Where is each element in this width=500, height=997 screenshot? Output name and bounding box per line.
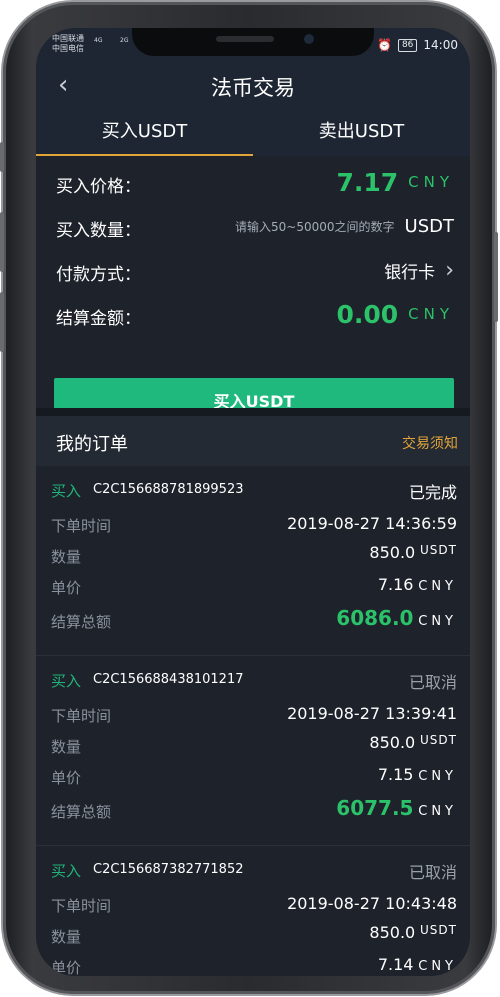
order-item[interactable]: 买入 C2C156688781899523 已完成 下单时间 2019-08-2… xyxy=(36,466,470,656)
order-qty-label: 数量 xyxy=(51,928,82,946)
order-qty-unit: USDT xyxy=(420,923,457,937)
amount-row: 买入数量： 请输入50~50000之间的数字 USDT xyxy=(56,206,454,246)
order-time-label: 下单时间 xyxy=(51,897,112,915)
order-qty-unit: USDT xyxy=(420,733,457,747)
order-price-label: 单价 xyxy=(51,769,82,787)
order-total-value: 6086.0 xyxy=(336,606,414,630)
order-price: 7.16 CNY xyxy=(378,575,457,594)
price-unit: CNY xyxy=(408,173,454,191)
order-id: C2C156688781899523 xyxy=(93,482,244,497)
order-type: 买入 xyxy=(51,482,82,500)
order-time-label: 下单时间 xyxy=(51,517,112,535)
order-status: 已取消 xyxy=(408,863,457,882)
status-right: ⏰ 86 14:00 xyxy=(377,38,458,52)
order-price-unit: CNY xyxy=(418,769,457,784)
order-price-label: 单价 xyxy=(51,959,82,976)
order-price-value: 7.15 xyxy=(377,765,414,784)
section-divider xyxy=(36,408,470,416)
carrier-2: 中国电信 xyxy=(52,44,84,53)
order-total-label: 结算总额 xyxy=(51,613,112,631)
order-list: 买入 C2C156688781899523 已完成 下单时间 2019-08-2… xyxy=(36,466,470,976)
order-qty-value: 850.0 xyxy=(369,923,416,942)
total-row: 结算金额： 0.00 CNY xyxy=(56,294,454,334)
trade-notice-link[interactable]: 交易须知 xyxy=(402,433,458,453)
alarm-icon: ⏰ xyxy=(377,38,392,52)
payment-method-value[interactable]: 银行卡 xyxy=(384,258,435,283)
nav-bar: ‹ 法币交易 xyxy=(36,62,470,110)
order-id: C2C156687382771852 xyxy=(93,862,244,877)
volume-up-button xyxy=(0,212,4,272)
order-total-value: 6077.5 xyxy=(336,796,414,820)
order-price-value: 7.16 xyxy=(377,575,414,594)
power-button xyxy=(494,232,498,322)
price-value: 7.17 xyxy=(336,167,399,197)
clock: 14:00 xyxy=(423,38,458,52)
speaker-grille xyxy=(216,36,274,42)
orders-title: 我的订单 xyxy=(56,434,128,455)
order-qty-value: 850.0 xyxy=(369,733,416,752)
order-price-label: 单价 xyxy=(51,579,82,597)
price-row: 买入价格： 7.17 CNY xyxy=(56,162,454,202)
order-item[interactable]: 买入 C2C156687382771852 已取消 下单时间 2019-08-2… xyxy=(36,846,470,976)
order-qty-label: 数量 xyxy=(51,548,82,566)
order-price: 7.15 CNY xyxy=(378,765,457,784)
page-title: 法币交易 xyxy=(211,76,295,100)
tab-buy[interactable]: 买入USDT xyxy=(36,110,253,156)
mute-switch xyxy=(0,142,4,172)
amount-unit: USDT xyxy=(404,215,454,237)
order-status: 已取消 xyxy=(408,673,457,692)
phone-frame: 中国联通 中国电信 4G 2G ⏰ 86 14:00 ‹ 法币交易 买入USDT… xyxy=(0,2,498,994)
price-label: 买入价格： xyxy=(56,177,141,197)
order-price-unit: CNY xyxy=(418,959,457,974)
order-total: 6077.5 CNY xyxy=(336,796,457,820)
order-type: 买入 xyxy=(51,862,82,880)
order-time: 2019-08-27 14:36:59 xyxy=(287,514,457,533)
camera-icon xyxy=(304,34,314,44)
tab-sell[interactable]: 卖出USDT xyxy=(253,110,470,156)
signal-2-icon: 2G xyxy=(120,37,129,44)
order-total-unit: CNY xyxy=(418,614,457,629)
app-screen: 中国联通 中国电信 4G 2G ⏰ 86 14:00 ‹ 法币交易 买入USDT… xyxy=(36,28,470,976)
order-item[interactable]: 买入 C2C156688438101217 已取消 下单时间 2019-08-2… xyxy=(36,656,470,846)
trade-tabs: 买入USDT 卖出USDT xyxy=(36,110,470,156)
notch xyxy=(132,28,374,56)
order-total: 6086.0 CNY xyxy=(336,606,457,630)
carrier-info: 中国联通 中国电信 xyxy=(52,34,84,54)
chevron-right-icon[interactable]: › xyxy=(445,258,454,283)
order-time: 2019-08-27 10:43:48 xyxy=(287,894,457,913)
order-id: C2C156688438101217 xyxy=(93,672,244,687)
total-label: 结算金额： xyxy=(56,309,141,329)
order-total-unit: CNY xyxy=(418,804,457,819)
total-unit: CNY xyxy=(408,305,454,323)
order-price-unit: CNY xyxy=(418,579,457,594)
order-time: 2019-08-27 13:39:41 xyxy=(287,704,457,723)
signal-1-icon: 4G xyxy=(94,37,103,44)
order-qty-unit: USDT xyxy=(420,543,457,557)
order-type: 买入 xyxy=(51,672,82,690)
order-qty-label: 数量 xyxy=(51,738,82,756)
total-value: 0.00 xyxy=(336,299,399,329)
volume-down-button xyxy=(0,292,4,352)
battery-icon: 86 xyxy=(397,38,418,52)
payment-row[interactable]: 付款方式： 银行卡 › xyxy=(56,250,454,290)
order-price-value: 7.14 xyxy=(377,955,414,974)
order-price: 7.14 CNY xyxy=(378,955,457,974)
order-qty: 850.0 USDT xyxy=(369,733,457,752)
orders-header: 我的订单 交易须知 xyxy=(36,416,470,466)
order-qty-value: 850.0 xyxy=(369,543,416,562)
order-qty: 850.0 USDT xyxy=(369,923,457,942)
carrier-1: 中国联通 xyxy=(52,34,84,43)
amount-label: 买入数量： xyxy=(56,221,141,241)
order-status: 已完成 xyxy=(408,483,457,502)
payment-label: 付款方式： xyxy=(56,265,141,285)
order-time-label: 下单时间 xyxy=(51,707,112,725)
order-total-label: 结算总额 xyxy=(51,803,112,821)
amount-input[interactable]: 请输入50~50000之间的数字 xyxy=(235,218,395,235)
order-qty: 850.0 USDT xyxy=(369,543,457,562)
buy-form: 买入价格： 7.17 CNY 买入数量： 请输入50~50000之间的数字 US… xyxy=(36,156,470,421)
